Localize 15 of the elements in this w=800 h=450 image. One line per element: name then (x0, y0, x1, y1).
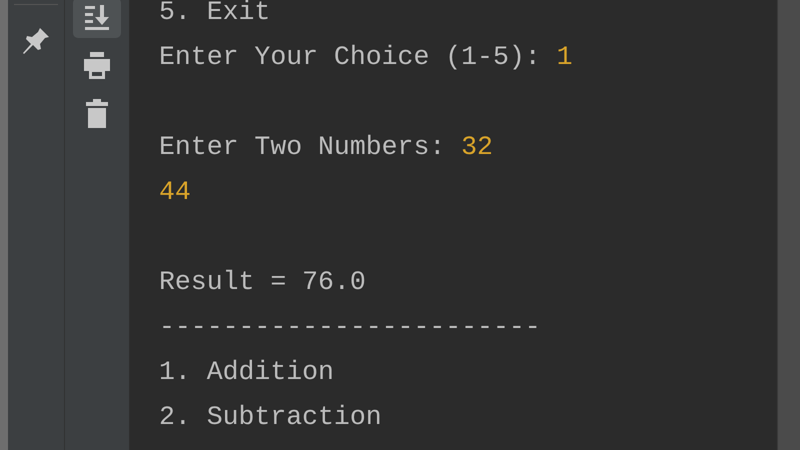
user-input-text: 1 (556, 42, 572, 72)
console-output-text: 1. Addition (159, 357, 334, 387)
user-input-text: 32 (461, 132, 493, 162)
console-output-text: Enter Your Choice (1-5): (159, 42, 542, 72)
console-output-text: 2. Subtraction (159, 402, 382, 432)
console-output-text: 5. Exit (159, 0, 270, 27)
pin-icon (20, 25, 52, 57)
console-output-text: ------------------------ (159, 312, 541, 342)
scroll-to-end-button[interactable] (73, 0, 121, 38)
scroll-to-end-icon (82, 3, 112, 33)
printer-icon (81, 50, 113, 82)
trash-icon (83, 98, 111, 130)
console-output-text: Result = 76.0 (159, 267, 366, 297)
console-output-text: Enter Two Numbers: (159, 132, 446, 162)
user-input-text: 44 (159, 177, 191, 207)
